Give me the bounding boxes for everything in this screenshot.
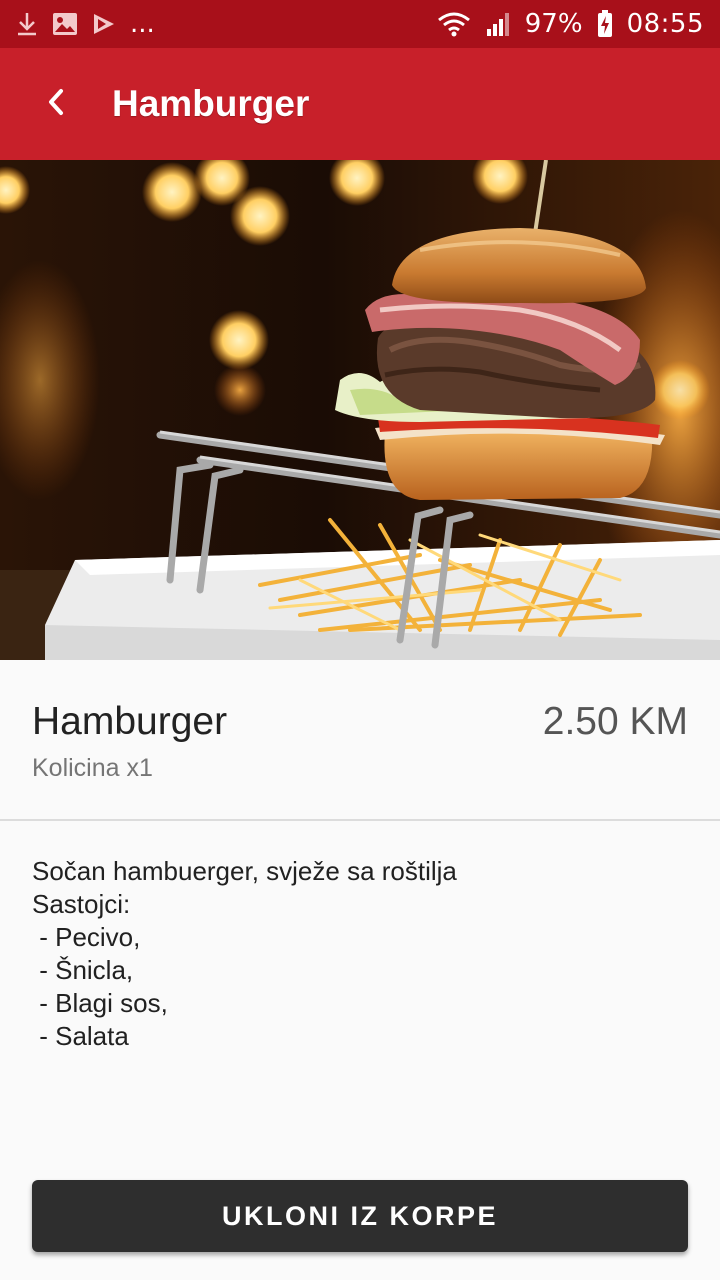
- image-icon: [52, 12, 78, 36]
- status-bar-system: 97% 08:55: [437, 9, 704, 39]
- product-description: Sočan hambuerger, svježe sa roštilja Sas…: [32, 855, 688, 1053]
- description-line: - Šnicla,: [32, 955, 134, 985]
- description-line: Sastojci:: [32, 889, 131, 919]
- product-price: 2.50 KM: [542, 700, 688, 743]
- more-notifications: ...: [130, 9, 155, 39]
- status-bar: ... 97% 08:55: [0, 0, 720, 48]
- remove-from-cart-button[interactable]: UKLONI IZ KORPE: [32, 1180, 688, 1252]
- page-title: Hamburger: [112, 83, 310, 124]
- description-line: Sočan hambuerger, svježe sa roštilja: [32, 856, 457, 886]
- app-bar: Hamburger: [0, 48, 720, 160]
- product-name: Hamburger: [32, 700, 228, 743]
- description-line: - Blagi sos,: [32, 988, 168, 1018]
- wifi-icon: [437, 11, 471, 37]
- product-summary: Hamburger 2.50 KM Kolicina x1: [0, 660, 720, 820]
- divider: [0, 819, 720, 821]
- back-arrow-icon: [45, 87, 67, 122]
- signal-icon: [485, 11, 511, 37]
- product-quantity: Kolicina x1: [32, 754, 153, 782]
- description-line: - Salata: [32, 1021, 129, 1051]
- battery-percent: 97%: [524, 9, 583, 39]
- clock: 08:55: [626, 9, 704, 39]
- description-line: - Pecivo,: [32, 922, 141, 952]
- download-icon: [16, 11, 38, 37]
- product-image: [0, 160, 720, 660]
- back-button[interactable]: [0, 48, 112, 160]
- play-store-icon: [92, 12, 116, 36]
- battery-charging-icon: [597, 10, 613, 38]
- status-bar-notifications: ...: [16, 9, 155, 39]
